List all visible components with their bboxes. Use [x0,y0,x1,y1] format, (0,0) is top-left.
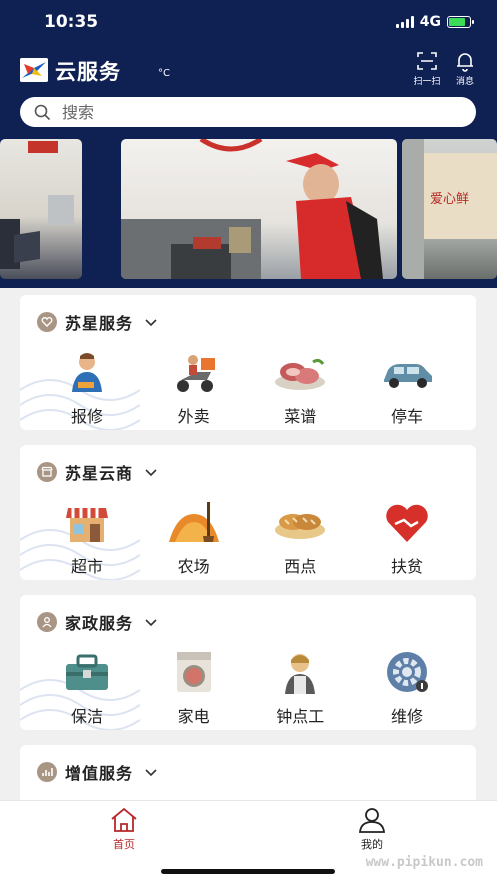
service-item-cleaning[interactable]: 保洁 [37,650,137,727]
user-icon [359,808,385,833]
service-item-delivery[interactable]: 外卖 [144,350,244,427]
banner-image-left[interactable] [0,139,82,279]
chevron-down-icon [145,619,157,627]
signal-icon [395,16,414,28]
repair-worker-icon [72,353,102,392]
chart-icon [37,762,57,782]
watermark: www.pipikun.com [365,855,483,870]
section-title: 家政服务 [65,614,134,633]
meat-dish-icon [275,358,326,390]
message-button[interactable]: 消息 [447,50,483,87]
scan-button[interactable]: 扫一扫 [409,50,445,87]
section-header[interactable]: 增值服务 [37,761,157,783]
service-item-farm[interactable]: 农场 [144,500,244,577]
gear-icon [386,652,428,692]
heart-handshake-icon [386,504,428,542]
home-icon [111,807,137,832]
chevron-down-icon [145,769,157,777]
farm-icon [168,502,219,542]
service-item-parking[interactable]: 停车 [357,350,457,427]
section-header[interactable]: 家政服务 [37,611,157,633]
banner-image-main[interactable] [121,139,397,279]
status-bar: 10:35 4G [0,0,497,44]
service-item-repair[interactable]: 报修 [37,350,137,427]
service-item-supermarket[interactable]: 超市 [37,500,137,577]
delivery-scooter-icon [176,355,215,392]
section-title: 增值服务 [65,764,134,783]
person-icon [37,612,57,632]
search-icon [34,104,51,121]
section-title: 苏星服务 [65,314,134,333]
tab-mine[interactable]: 我的 [342,807,402,852]
chevron-down-icon [145,319,157,327]
toolbox-icon [66,654,108,690]
banner-image-right[interactable]: 爱心鲜 [402,139,497,279]
tab-home[interactable]: 首页 [94,807,154,852]
scan-icon [417,52,437,70]
service-item-poverty-relief[interactable]: 扶贫 [357,500,457,577]
section-header[interactable]: 苏星云商 [37,461,157,483]
status-time: 10:35 [44,12,99,32]
section-header[interactable]: 苏星服务 [37,311,157,333]
bread-icon [275,514,326,539]
section-title: 苏星云商 [65,464,134,483]
search-input[interactable] [62,97,462,127]
app-title: 云服务 [55,60,121,84]
service-item-recipe[interactable]: 菜谱 [250,350,350,427]
car-icon [383,364,432,388]
shop-icon [37,462,57,482]
heart-icon [37,312,57,332]
svg-text:爱心鲜: 爱心鲜 [430,192,469,207]
service-item-bakery[interactable]: 西点 [250,500,350,577]
home-indicator [161,869,335,874]
app-logo-icon [20,58,48,82]
service-item-appliance[interactable]: 家电 [144,650,244,727]
app-header: 云服务 °C 扫一扫 消息 [0,50,497,90]
temperature-unit: °C [158,68,170,79]
battery-icon [447,16,474,28]
network-label: 4G [419,14,441,30]
supermarket-icon [66,508,108,542]
service-item-maintenance[interactable]: 维修 [357,650,457,727]
search-bar[interactable] [20,97,476,127]
section-card: 苏星云商 超市 农场 西点 扶贫 [20,445,476,580]
bell-icon [457,53,473,72]
chevron-down-icon [145,469,157,477]
section-card: 苏星服务 报修 外卖 菜谱 停车 [20,295,476,430]
section-card: 家政服务 保洁 家电 钟点工 维修 [20,595,476,730]
washing-machine-icon [176,652,211,692]
service-item-hourly-worker[interactable]: 钟点工 [250,650,350,727]
housekeeper-icon [285,654,316,694]
